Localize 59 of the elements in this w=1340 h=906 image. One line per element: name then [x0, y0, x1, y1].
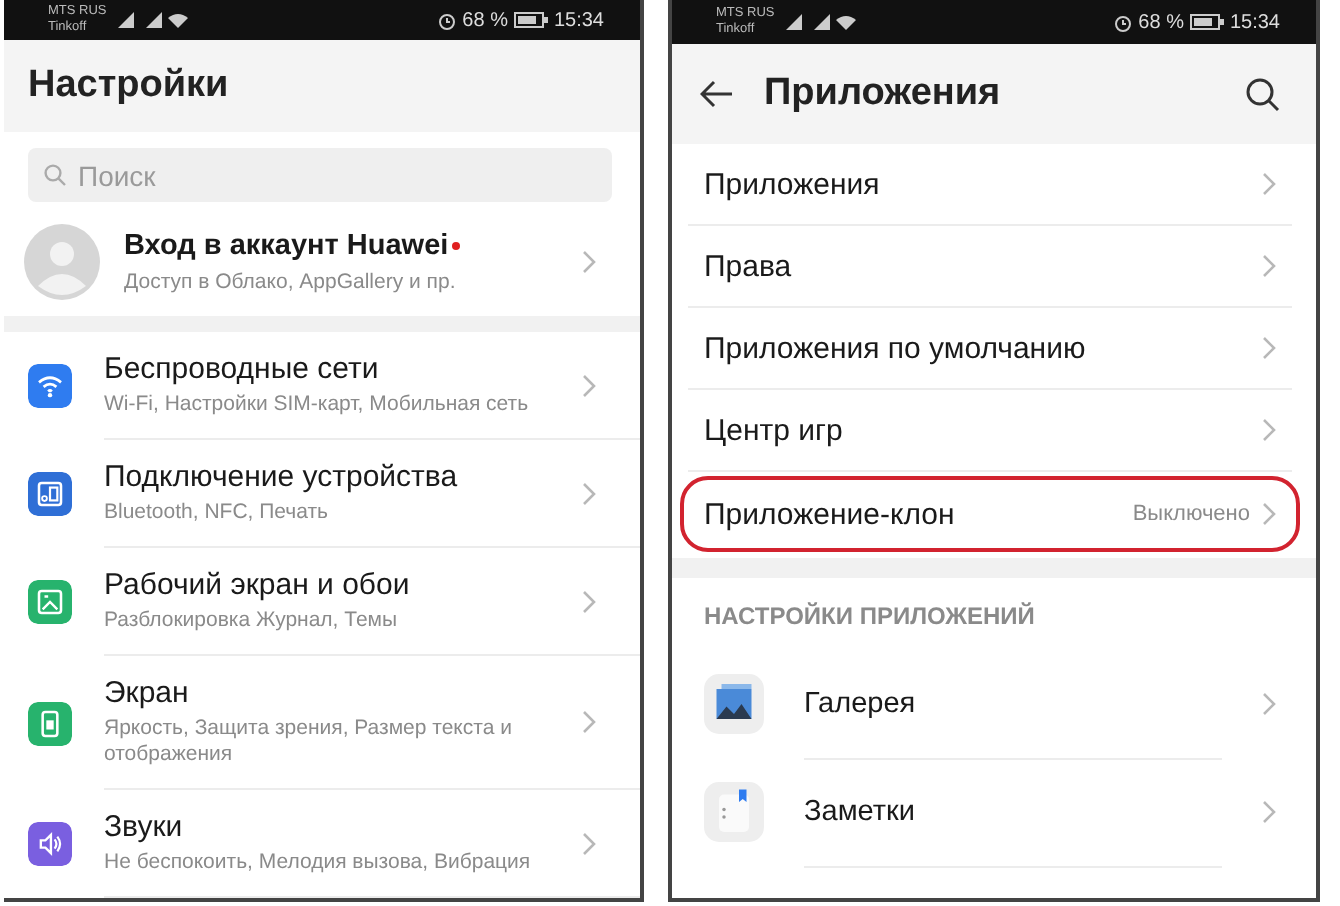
battery-percent: 68 % — [1138, 11, 1184, 33]
alarm-icon — [1114, 13, 1133, 31]
chevron-icon — [582, 710, 596, 734]
page-title: Настройки — [4, 40, 640, 132]
chevron-icon — [1262, 254, 1276, 278]
settings-item[interactable]: Рабочий экран и обои Разблокировка Журнал, Темы — [4, 548, 640, 656]
battery-percent: 68 % — [462, 9, 508, 32]
item-subtitle: Wi-Fi, Настройки SIM-карт, Мобильная сеть — [104, 392, 529, 418]
chevron-icon — [582, 373, 596, 397]
chevron-icon — [1262, 800, 1276, 824]
item-title: Звуки — [104, 810, 183, 844]
item-value: Выключено — [1132, 502, 1250, 526]
note-icon — [704, 782, 764, 842]
search-icon — [44, 164, 66, 186]
chevron-icon — [582, 589, 596, 613]
item-title: Подключение устройства — [104, 460, 458, 494]
chevron-icon — [1262, 692, 1276, 716]
chevron-icon — [1262, 336, 1276, 360]
highlighted-menu-item[interactable]: Приложение-клон Выключено — [680, 476, 1300, 552]
clock-time: 15:34 — [553, 9, 604, 32]
wifi-icon — [836, 14, 857, 30]
search-icon[interactable] — [1246, 77, 1280, 111]
app-item[interactable]: Галерея — [804, 649, 1222, 759]
chevron-icon — [582, 831, 596, 855]
chevron-icon — [1262, 172, 1276, 196]
chevron-icon — [582, 481, 596, 505]
menu-item[interactable]: Центр игр — [688, 390, 1292, 472]
account-title: Вход в аккаунт Huawei — [124, 229, 449, 261]
item-title: Экран — [104, 676, 189, 710]
menu-item[interactable]: Приложения — [688, 144, 1292, 226]
settings-item[interactable]: Экран Яркость, Защита зрения, Размер текста и отображения — [4, 656, 640, 790]
item-subtitle: Разблокировка Журнал, Темы — [104, 608, 398, 634]
battery-icon — [513, 12, 548, 29]
search-field[interactable]: Поиск — [28, 148, 612, 202]
settings-item[interactable]: Подключение устройства Bluetooth, NFC, Печать — [4, 440, 640, 548]
item-title: Рабочий экран и обои — [104, 568, 410, 602]
back-arrow-icon[interactable] — [700, 80, 732, 108]
chevron-icon — [582, 250, 596, 274]
item-subtitle: Яркость, Защита зрения, Размер текста и отображения — [104, 716, 514, 768]
alarm-icon — [438, 11, 457, 30]
section-header: НАСТРОЙКИ ПРИЛОЖЕНИЙ — [702, 600, 1037, 634]
avatar-icon — [24, 224, 100, 300]
settings-item[interactable]: Беспроводные сети Wi-Fi, Настройки SIM-карт, Мобильная сеть — [4, 332, 640, 440]
account-subtitle: Доступ в Облако, AppGallery и пр. — [124, 269, 456, 295]
menu-item[interactable]: Приложения по умолчанию — [688, 308, 1292, 390]
item-subtitle: Не беспокоить, Мелодия вызова, Вибрация — [104, 850, 531, 876]
app-item[interactable]: Заметки — [804, 757, 1222, 867]
item-title: Беспроводные сети — [104, 352, 379, 386]
chevron-icon — [1262, 502, 1276, 526]
page-title: Приложения — [764, 72, 1003, 116]
battery-icon — [1189, 14, 1224, 30]
gallery-icon — [704, 674, 764, 734]
menu-item[interactable]: Права — [688, 226, 1292, 308]
clock-time: 15:34 — [1229, 11, 1280, 33]
account-row[interactable]: Вход в аккаунт Huawei Доступ в Облако, AppGallery и пр. — [4, 216, 640, 316]
chevron-icon — [1262, 418, 1276, 442]
settings-item[interactable]: Звуки Не беспокоить, Мелодия вызова, Вибрация — [4, 790, 640, 898]
wifi-icon — [168, 12, 189, 29]
item-subtitle: Bluetooth, NFC, Печать — [104, 500, 329, 526]
